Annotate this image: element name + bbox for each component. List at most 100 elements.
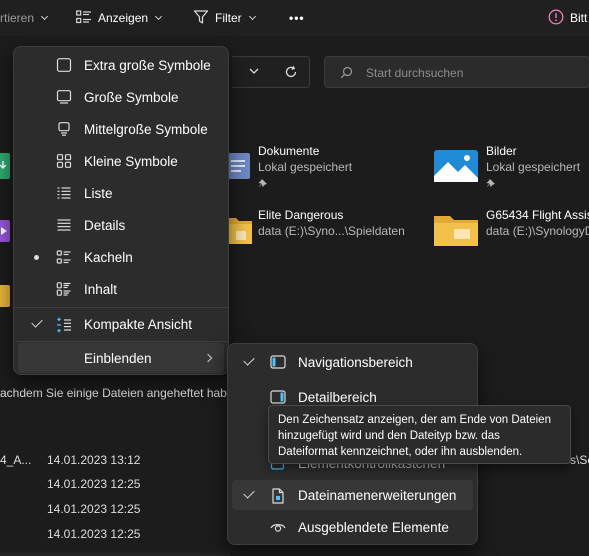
submenu-item-hidden-items[interactable]: Ausgeblendete Elemente [232,512,473,542]
chevron-down-icon [248,12,256,21]
sort-button[interactable]: rtieren [0,8,49,28]
search-box[interactable]: Start durchsuchen [324,56,589,88]
menu-item-content[interactable]: Inhalt [18,274,224,304]
feedback-button[interactable]: Bitt [548,8,587,28]
navigation-pane-icon [270,355,286,369]
pictures-folder-icon [434,150,478,185]
refresh-icon[interactable] [284,65,298,82]
menu-item-large-icons[interactable]: Große Symbole [18,82,224,112]
menu-item-compact-view[interactable]: Kompakte Ansicht [18,309,224,339]
details-icon [56,218,72,232]
file-date: 14.01.2023 12:25 [47,477,141,491]
command-bar: rtieren Anzeigen Filter ••• Bitt [0,0,589,36]
download-tile-icon[interactable] [0,153,12,182]
more-label: ••• [289,11,305,25]
file-date: 14.01.2023 12:25 [47,527,141,541]
pin-icon [258,177,268,191]
search-icon [340,66,353,82]
content-icon [56,282,72,296]
compact-view-icon [56,317,72,333]
file-date: 14.01.2023 13:12 [47,453,141,467]
menu-item-show[interactable]: Einblenden [18,343,224,373]
menu-item-label: Inhalt [84,282,118,297]
menu-item-details[interactable]: Details [18,210,224,240]
info-circle-icon [548,9,564,28]
menu-item-label: Mittelgroße Symbole [84,122,208,137]
address-bar[interactable] [232,56,310,88]
sort-label: rtieren [0,11,35,25]
submenu-item-label: Dateinamenerweiterungen [298,488,457,503]
view-label: Anzeigen [98,11,149,25]
filter-button[interactable]: Filter [193,8,256,28]
chevron-right-icon [203,353,213,363]
item-name: Bilder [486,144,517,158]
pin-icon [486,177,496,191]
feedback-label: Bitt [570,11,588,25]
file-path: s\Sc [570,453,589,467]
item-name: Elite Dangerous [258,208,344,222]
view-button[interactable]: Anzeigen [76,8,163,28]
chevron-down-icon [155,12,163,21]
medium-icons-icon [56,122,72,136]
menu-item-label: Einblenden [84,351,152,366]
tooltip-line: Den Zeichensatz anzeigen, der am Ende vo… [278,414,551,426]
menu-item-label: Kleine Symbole [84,154,178,169]
menu-item-label: Liste [84,186,113,201]
file-date: 14.01.2023 12:25 [47,502,141,516]
submenu-item-file-extensions[interactable]: Dateinamenerweiterungen [232,480,473,510]
item-location: data (E:)\SynologyD [486,224,589,238]
item-location: data (E:)\Syno...\Spieldaten [258,224,405,238]
item-name: G65434 Flight Assist [486,208,589,222]
large-icons-icon [56,90,72,104]
folder-icon [434,214,478,249]
checkmark-icon [243,354,255,366]
filter-label: Filter [215,11,242,25]
menu-item-label: Große Symbole [84,90,179,105]
menu-divider [15,307,229,308]
checkmark-icon [31,316,43,328]
menu-item-extra-large-icons[interactable]: Extra große Symbole [18,50,224,80]
file-name[interactable]: 4_A... [0,453,31,467]
submenu-item-label: Ausgeblendete Elemente [298,520,449,535]
checkmark-icon [243,487,255,499]
search-input[interactable]: Start durchsuchen [366,66,463,80]
music-tile-icon[interactable] [0,283,12,312]
tiles-icon [56,250,72,264]
item-location: Lokal gespeichert [258,160,353,174]
item-name: Dokumente [258,144,320,158]
selected-bullet-icon [34,255,39,260]
chevron-down-icon [40,12,49,21]
eye-icon [270,520,286,534]
extra-large-icons-icon [56,58,72,72]
list-row-partial [0,551,230,556]
menu-item-label: Kompakte Ansicht [84,317,193,332]
chevron-down-icon[interactable] [248,65,260,80]
documents-folder-icon [226,150,252,183]
submenu-item-label: Detailbereich [298,390,377,405]
submenu-item-label: Navigationsbereich [298,355,413,370]
filter-icon [193,9,209,28]
tooltip-line: Dateiformat kennzeichnet, oder ihn ausbl… [278,446,523,458]
submenu-item-navigation-pane[interactable]: Navigationsbereich [232,347,473,377]
details-pane-icon [270,390,286,404]
menu-item-small-icons[interactable]: Kleine Symbole [18,146,224,176]
view-menu: Extra große Symbole Große Symbole Mittel… [13,46,229,375]
list-icon [56,186,72,200]
small-icons-icon [56,154,72,168]
more-options-button[interactable]: ••• [289,8,305,28]
menu-item-tiles[interactable]: Kacheln [18,242,224,272]
view-icon [76,9,92,27]
tooltip: Den Zeichensatz anzeigen, der am Ende vo… [268,405,571,464]
menu-item-label: Kacheln [84,250,133,265]
file-extension-icon [270,488,286,504]
pinned-hint: achdem Sie einige Dateien angeheftet hab… [0,386,234,400]
folder-icon [226,214,252,249]
menu-item-label: Extra große Symbole [84,58,211,73]
item-location: Lokal gespeichert [486,160,581,174]
menu-item-label: Details [84,218,126,233]
menu-item-medium-icons[interactable]: Mittelgroße Symbole [18,114,224,144]
video-tile-icon[interactable] [0,218,12,247]
menu-item-list[interactable]: Liste [18,178,224,208]
menu-divider [15,341,229,342]
tooltip-line: hinzugefügt wird und den Dateityp bzw. d… [278,430,500,442]
